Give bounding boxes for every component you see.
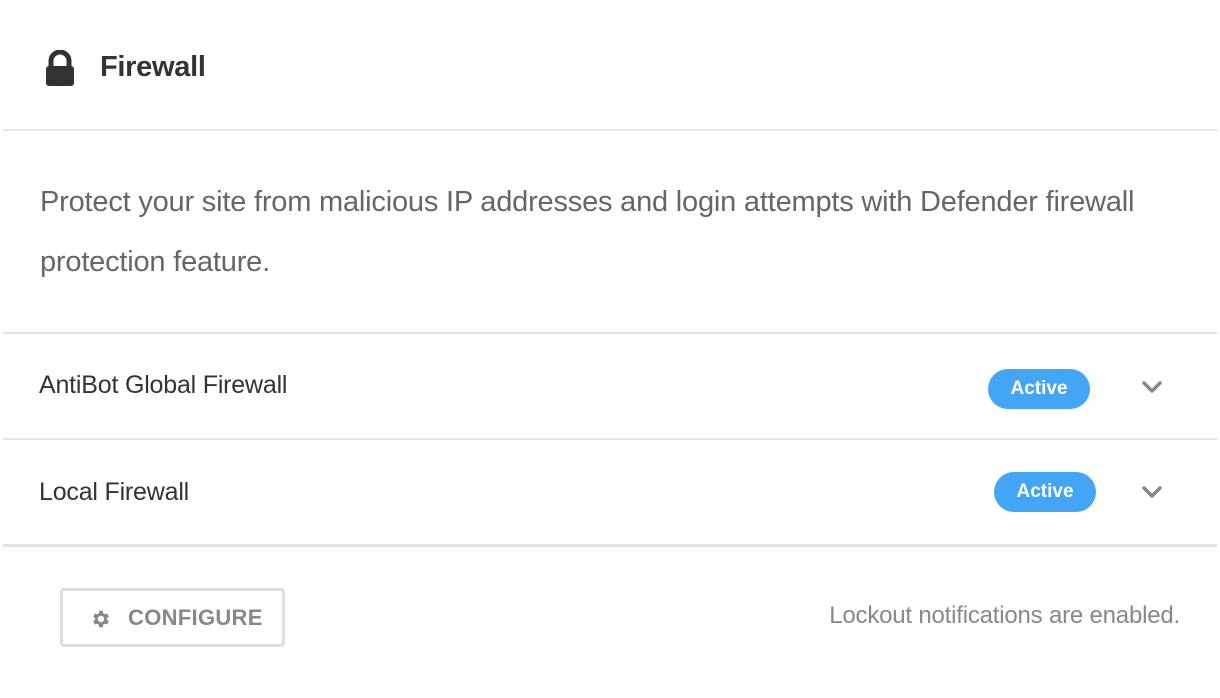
- chevron-down-icon[interactable]: [1141, 485, 1163, 499]
- footer-divider: [3, 544, 1217, 547]
- lockout-notice: Lockout notifications are enabled.: [829, 602, 1180, 629]
- module-label: Local Firewall: [39, 478, 190, 506]
- module-row-local[interactable]: Local Firewall Active: [3, 440, 1217, 544]
- status-badge: Active: [988, 369, 1090, 409]
- firewall-card: Firewall Protect your site from maliciou…: [0, 0, 1220, 698]
- status-badge: Active: [994, 472, 1096, 512]
- lock-icon: [46, 50, 74, 86]
- configure-button[interactable]: CONFIGURE: [60, 588, 285, 647]
- configure-label: CONFIGURE: [128, 605, 263, 630]
- gear-icon: [93, 610, 109, 628]
- card-header: Firewall: [3, 0, 1217, 131]
- card-title: Firewall: [100, 51, 206, 83]
- chevron-down-icon[interactable]: [1141, 380, 1163, 394]
- card-description: Protect your site from malicious IP addr…: [40, 186, 1135, 278]
- module-label: AntiBot Global Firewall: [39, 371, 288, 399]
- module-row-antibot[interactable]: AntiBot Global Firewall Active: [3, 334, 1217, 438]
